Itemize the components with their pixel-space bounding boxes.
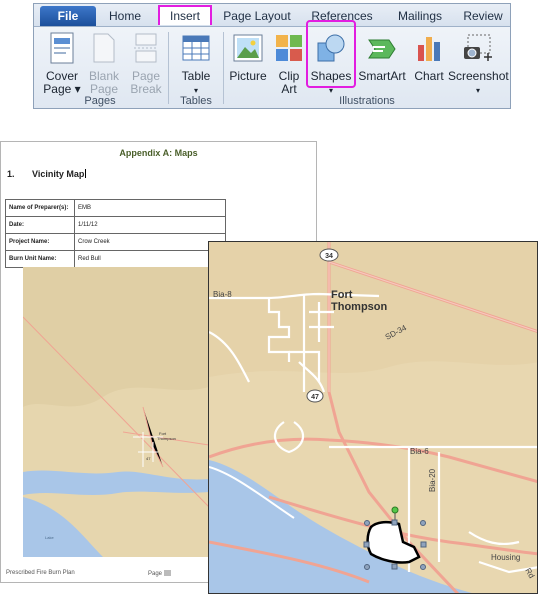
group-pages: Cover Page ▾ Blank Page Page Break Pages	[34, 26, 166, 109]
table-cell-key: Name of Preparer(s):	[5, 199, 75, 217]
cover-page-label-2: Page ▾	[43, 82, 81, 96]
info-table: Name of Preparer(s): EMB Date: 1/11/12 Pro…	[5, 199, 226, 268]
clip-art-label-2: Art	[281, 82, 297, 96]
table-icon	[182, 35, 210, 61]
section-heading-text: 1. Vicinity Map	[7, 169, 85, 179]
smartart-icon	[368, 39, 396, 59]
text-cursor	[85, 169, 87, 178]
tab-home[interactable]: Home	[100, 6, 150, 26]
table-cell-value[interactable]: EMB	[74, 199, 226, 217]
footer-page: Page	[148, 570, 171, 577]
tab-file[interactable]: File	[40, 6, 96, 26]
table-cell-key: Burn Unit Name:	[5, 250, 75, 268]
clip-art-icon	[276, 35, 302, 61]
zoomed-map: 34 47 Fort Thompson Bia-8 SD-34 Bia-6 Bi…	[208, 241, 538, 594]
tab-insert[interactable]: Insert	[158, 5, 212, 25]
tab-mailings[interactable]: Mailings	[390, 6, 450, 26]
page-number-field	[163, 570, 171, 576]
blank-page-label-2: Page	[89, 82, 119, 96]
map-label-bia-6: Bia-6	[410, 447, 429, 456]
appendix-title: Appendix A: Maps	[119, 148, 198, 158]
tab-page-layout[interactable]: Page Layout	[218, 6, 296, 26]
group-label-illustrations: Illustrations	[339, 95, 395, 107]
small-map-label-thompson: Thompson	[157, 436, 176, 441]
map-label-housing: Housing	[491, 553, 520, 562]
ribbon: File Home Insert Page Layout References …	[33, 3, 511, 109]
group-label-pages: Pages	[84, 95, 116, 107]
group-illustrations: Picture Clip Art Shapes ▾ SmartArt Chart…	[224, 26, 510, 109]
table-row: Date: 1/11/12	[5, 216, 226, 234]
cover-page-label-1: Cover	[45, 69, 78, 83]
page-break-icon	[134, 33, 158, 63]
svg-text:47: 47	[311, 394, 319, 401]
vicinity-map-small: Fort Thompson 47 Lake	[23, 267, 209, 557]
picture-label: Picture	[229, 69, 267, 83]
footer-left: Prescribed Fire Burn Plan	[6, 570, 75, 576]
page-break-label-2: Break	[130, 82, 162, 96]
map-label-thompson: Thompson	[331, 301, 387, 313]
map-label-fort: Fort	[331, 289, 353, 301]
small-map-label-lake: Lake	[45, 535, 54, 540]
table-cell-key: Project Name:	[5, 233, 75, 251]
map-label-bia-8: Bia-8	[213, 290, 232, 299]
page-break-label-1: Page	[131, 69, 161, 83]
blank-page-label-1: Blank	[88, 69, 120, 83]
tab-review[interactable]: Review	[460, 6, 506, 26]
route-47-shield: 47	[306, 389, 324, 403]
group-label-tables: Tables	[180, 95, 212, 107]
route-34-shield: 34	[319, 248, 339, 262]
group-tables: Table ▾ Tables	[170, 26, 222, 109]
svg-text:34: 34	[325, 253, 333, 260]
clip-art-label-1: Clip	[278, 69, 300, 83]
zoomed-map-canvas: 34 47 Fort Thompson Bia-8 SD-34 Bia-6 Bi…	[209, 242, 537, 593]
table-cell-value[interactable]: Red Bull	[74, 250, 226, 268]
picture-icon	[233, 34, 263, 62]
chart-label: Chart	[414, 69, 444, 83]
smartart-label: SmartArt	[358, 69, 406, 83]
footer-page-label: Page	[148, 571, 163, 577]
table-row: Name of Preparer(s): EMB	[5, 199, 226, 217]
ribbon-tab-bar: File Home Insert Page Layout References …	[34, 4, 510, 27]
section-heading[interactable]: 1. Vicinity Map	[7, 169, 87, 179]
table-row: Burn Unit Name: Red Bull	[5, 250, 226, 268]
shapes-highlight-box	[306, 20, 356, 88]
table-dropdown-arrow: ▾	[193, 86, 198, 95]
screenshot-icon	[464, 34, 492, 61]
table-cell-value[interactable]: 1/11/12	[74, 216, 226, 234]
cover-page-icon	[50, 32, 74, 64]
table-label: Table	[181, 69, 211, 83]
blank-page-icon	[93, 33, 115, 63]
map-label-bia-20: Bia-20	[428, 468, 437, 492]
table-cell-key: Date:	[5, 216, 75, 234]
rotate-handle[interactable]	[391, 506, 399, 514]
group-separator	[168, 32, 169, 104]
screenshot-dropdown-arrow: ▾	[475, 86, 480, 95]
chart-icon	[418, 37, 440, 61]
table-cell-value[interactable]: Crow Creek	[74, 233, 226, 251]
table-row: Project Name: Crow Creek	[5, 233, 226, 251]
screenshot-label: Screenshot	[448, 69, 509, 83]
small-map-route-label: 47	[146, 456, 151, 461]
